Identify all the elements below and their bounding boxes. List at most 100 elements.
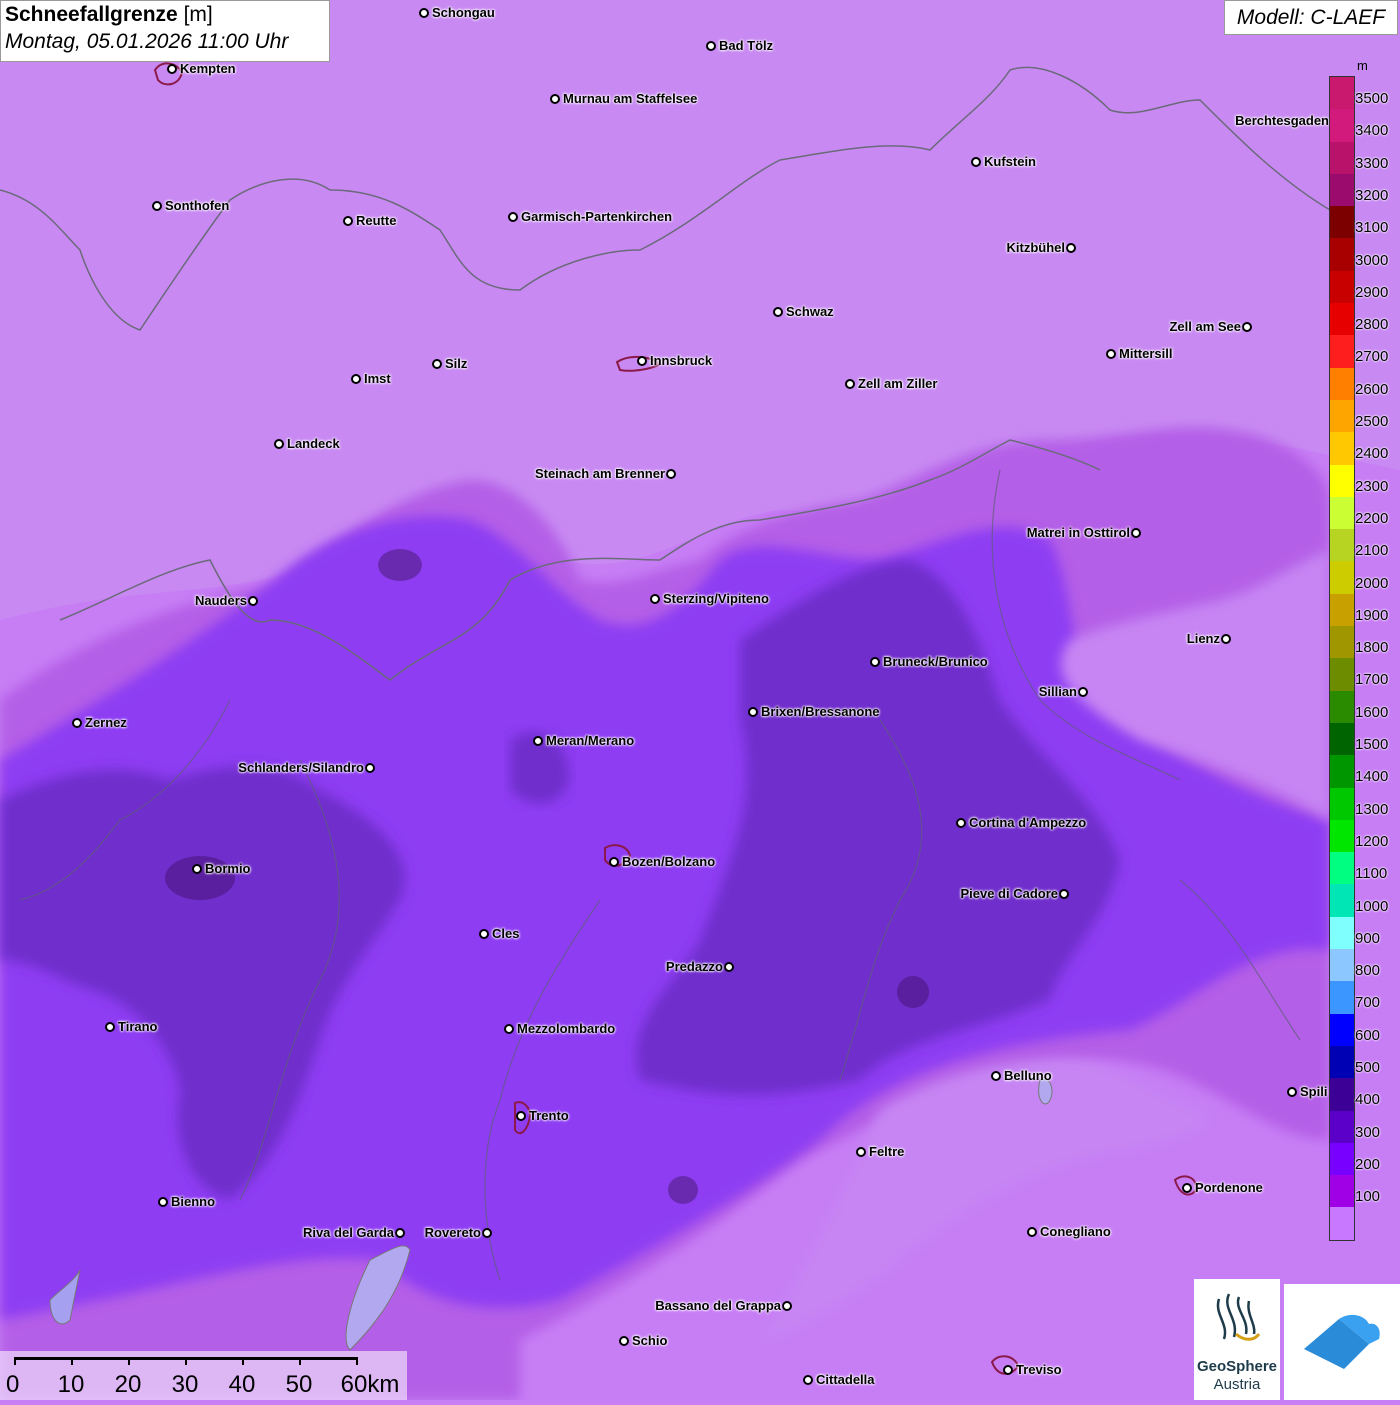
city-label: Zell am Ziller bbox=[858, 376, 938, 391]
legend-label: 3200 bbox=[1355, 186, 1389, 204]
city-marker bbox=[105, 1022, 115, 1032]
city-label: Bad Tölz bbox=[719, 38, 774, 53]
legend-swatch bbox=[1330, 367, 1354, 400]
legend-swatch bbox=[1330, 658, 1354, 691]
city-label: Sillian bbox=[1038, 684, 1077, 699]
city-marker bbox=[1287, 1087, 1297, 1097]
city-marker bbox=[666, 469, 676, 479]
city-marker bbox=[533, 736, 543, 746]
city-marker bbox=[248, 596, 258, 606]
city-marker bbox=[508, 212, 518, 222]
legend-swatch bbox=[1330, 916, 1354, 950]
city-label: Steinach am Brenner bbox=[534, 466, 665, 481]
city-label: Pordenone bbox=[1195, 1180, 1263, 1195]
city-label: Kufstein bbox=[984, 154, 1036, 169]
city-label: Brixen/Bressanone bbox=[761, 704, 880, 719]
legend-label: 2600 bbox=[1355, 380, 1389, 398]
city-label: Rovereto bbox=[424, 1225, 481, 1240]
city-marker bbox=[1003, 1365, 1013, 1375]
scale-label: 0 bbox=[6, 1371, 20, 1398]
city-label: Sterzing/Vipiteno bbox=[663, 591, 769, 606]
legend-swatch bbox=[1330, 755, 1354, 788]
city-marker bbox=[351, 374, 361, 384]
city-label: Predazzo bbox=[665, 959, 723, 974]
city-marker bbox=[856, 1147, 866, 1157]
city-marker bbox=[870, 657, 880, 667]
legend-label: 1600 bbox=[1355, 703, 1389, 721]
legend-swatch bbox=[1330, 529, 1354, 562]
legend-swatch bbox=[1330, 884, 1354, 917]
scale-tick bbox=[299, 1357, 301, 1365]
legend-label: 3100 bbox=[1355, 219, 1389, 237]
model-label: Modell: C-LAEF bbox=[1224, 0, 1398, 35]
city-label: Garmisch-Partenkirchen bbox=[521, 209, 673, 224]
austria-text: Austria bbox=[1213, 1376, 1261, 1393]
city-marker bbox=[650, 594, 660, 604]
city-marker bbox=[971, 157, 981, 167]
legend-swatch bbox=[1330, 949, 1354, 982]
legend-swatch bbox=[1330, 432, 1354, 465]
city-marker bbox=[482, 1228, 492, 1238]
city-label: Berchtesgaden bbox=[1235, 113, 1329, 128]
city-marker bbox=[1059, 889, 1069, 899]
geosphere-text: GeoSphere bbox=[1196, 1358, 1278, 1375]
legend-label: 3000 bbox=[1355, 251, 1389, 269]
city-marker bbox=[637, 356, 647, 366]
legend-swatch bbox=[1330, 787, 1354, 820]
scale-tick bbox=[185, 1357, 187, 1365]
legend-label: 1700 bbox=[1355, 671, 1389, 689]
city-label: Schongau bbox=[432, 5, 495, 20]
legend-swatch bbox=[1330, 981, 1354, 1014]
city-label: Treviso bbox=[1016, 1362, 1062, 1377]
legend-label: 1500 bbox=[1355, 736, 1389, 753]
city-marker bbox=[72, 718, 82, 728]
city-marker bbox=[432, 359, 442, 369]
city-label: Nauders bbox=[194, 593, 247, 608]
city-label: Bienno bbox=[171, 1194, 216, 1209]
city-label: Schlanders/Silandro bbox=[238, 760, 364, 775]
city-marker bbox=[1106, 349, 1116, 359]
city-marker bbox=[419, 8, 429, 18]
geosphere-austria-logo: GeoSphere Austria bbox=[1194, 1279, 1280, 1400]
city-marker bbox=[803, 1375, 813, 1385]
city-marker bbox=[1182, 1183, 1192, 1193]
legend-label: 1800 bbox=[1355, 639, 1389, 657]
legend-label: 3400 bbox=[1355, 122, 1389, 140]
city-label: Bozen/Bolzano bbox=[622, 854, 716, 869]
legend-swatch bbox=[1330, 593, 1354, 627]
city-marker bbox=[550, 94, 560, 104]
city-label: Tirano bbox=[118, 1019, 158, 1034]
city-marker bbox=[991, 1071, 1001, 1081]
legend-swatch bbox=[1330, 1175, 1354, 1208]
legend-swatch bbox=[1330, 690, 1354, 723]
legend-label: 2800 bbox=[1355, 316, 1389, 334]
legend-label: 1300 bbox=[1355, 800, 1389, 818]
map-date: Montag, 05.01.2026 11:00 Uhr bbox=[5, 30, 289, 53]
city-marker bbox=[724, 962, 734, 972]
city-marker bbox=[1131, 528, 1141, 538]
city-label: Schwaz bbox=[786, 304, 834, 319]
city-label: Lienz bbox=[1186, 631, 1220, 646]
city-label: Conegliano bbox=[1040, 1224, 1111, 1239]
legend-swatch bbox=[1330, 77, 1354, 110]
legend-swatch bbox=[1330, 722, 1354, 756]
city-label: Cortina d'Ampezzo bbox=[969, 815, 1087, 830]
city-label: Matrei in Osttirol bbox=[1026, 525, 1130, 540]
legend-label: 300 bbox=[1355, 1123, 1381, 1141]
map-title-box: Schneefallgrenze [m] Montag, 05.01.2026 … bbox=[0, 0, 330, 62]
legend-swatch bbox=[1330, 1142, 1354, 1176]
city-label: Meran/Merano bbox=[546, 733, 635, 748]
scale-label: 40 bbox=[228, 1371, 256, 1398]
legend-swatch bbox=[1330, 1078, 1354, 1111]
legend-swatch bbox=[1330, 109, 1354, 142]
legend-swatch bbox=[1330, 141, 1354, 174]
city-marker bbox=[773, 307, 783, 317]
legend-label: 2100 bbox=[1355, 542, 1389, 560]
legend-label: 900 bbox=[1355, 929, 1381, 947]
city-label: Mezzolombardo bbox=[517, 1021, 616, 1036]
color-legend: m 3500 3400 3300 3200 3100 3000 2900 2800 2700 26… bbox=[1329, 58, 1400, 1241]
legend-label: 100 bbox=[1355, 1188, 1381, 1206]
city-label: Imst bbox=[364, 371, 391, 386]
city-label: Landeck bbox=[287, 436, 340, 451]
legend-label: 1100 bbox=[1355, 865, 1388, 883]
